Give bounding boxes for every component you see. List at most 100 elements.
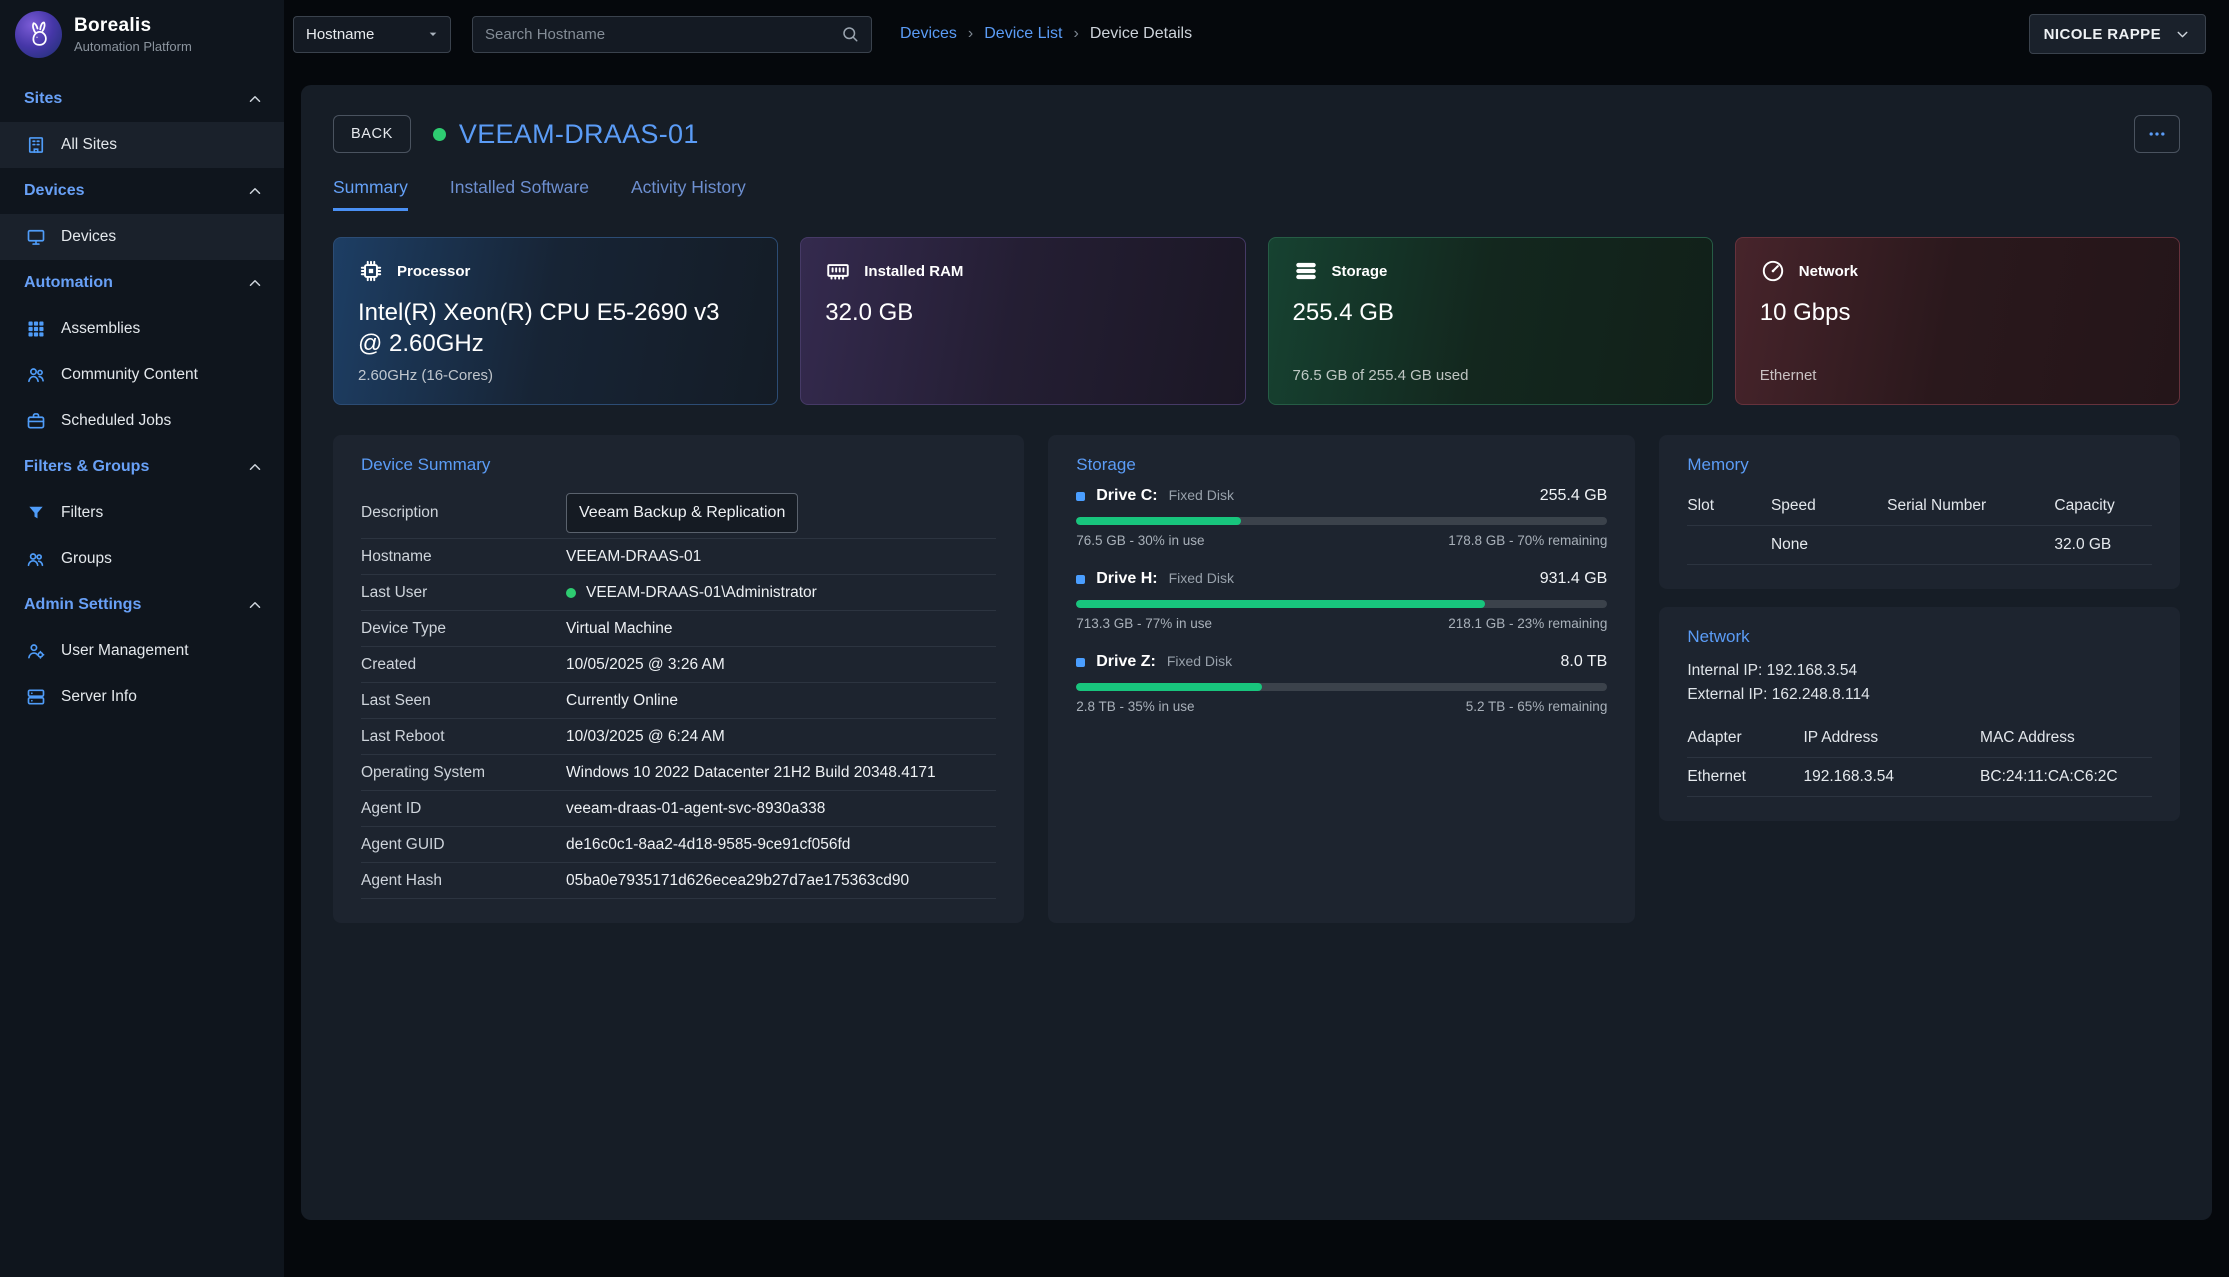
col-mac-address: MAC Address [1980,719,2152,758]
device-header: BACK VEEAM-DRAAS-01 [333,115,2180,153]
drive-usage-bar [1076,517,1607,525]
more-actions-button[interactable] [2134,115,2180,153]
sidebar-item-assemblies[interactable]: Assemblies [0,306,284,352]
monitor-icon [26,227,46,247]
user-menu-label: NICOLE RAPPE [2044,26,2161,43]
brand-subtitle: Automation Platform [74,39,192,54]
search-input[interactable] [485,26,831,43]
breadcrumb-device-list[interactable]: Device List [984,25,1062,43]
row-value: Currently Online [566,692,678,710]
breadcrumb-separator: › [968,25,973,43]
tab-summary[interactable]: Summary [333,177,408,211]
user-gear-icon [26,641,46,661]
stat-card-processor: Processor Intel(R) Xeon(R) CPU E5-2690 v… [333,237,778,405]
drive-bullet-icon [1076,658,1085,667]
tab-bar: Summary Installed Software Activity Hist… [333,177,2180,211]
stat-title: Storage [1332,263,1388,280]
online-status-dot [566,588,576,598]
drive-usage-fill [1076,517,1241,525]
sidebar-item-user-management[interactable]: User Management [0,628,284,674]
col-slot: Slot [1687,487,1771,526]
row-value: 05ba0e7935171d626ecea29b27d7ae175363cd90 [566,872,909,890]
breadcrumb-devices[interactable]: Devices [900,25,957,43]
sidebar-item-label: Devices [61,228,116,246]
summary-row-agent-hash: Agent Hash 05ba0e7935171d626ecea29b27d7a… [361,863,996,899]
row-label: Hostname [361,548,566,566]
stat-subtext: Ethernet [1760,367,2155,384]
chevron-up-icon [246,90,264,108]
sidebar-item-server-info[interactable]: Server Info [0,674,284,720]
right-column: Memory Slot Speed Serial Number Capacity… [1659,435,2180,923]
description-input[interactable] [566,493,798,533]
drive-usage-fill [1076,683,1262,691]
memory-panel: Memory Slot Speed Serial Number Capacity… [1659,435,2180,589]
drive-used-text: 2.8 TB - 35% in use [1076,699,1194,714]
drive-size: 255.4 GB [1540,487,1608,505]
sidebar-section-devices[interactable]: Devices [0,168,284,214]
summary-row-agent-guid: Agent GUID de16c0c1-8aa2-4d18-9585-9ce91… [361,827,996,863]
storage-stack-icon [1293,258,1319,284]
tab-installed-software[interactable]: Installed Software [450,177,589,211]
network-table: Adapter IP Address MAC Address Ethernet … [1687,719,2152,797]
back-button[interactable]: BACK [333,115,411,153]
summary-row-device-type: Device Type Virtual Machine [361,611,996,647]
brand-text: Borealis Automation Platform [74,15,192,54]
memory-slot [1687,526,1771,565]
drive-bullet-icon [1076,575,1085,584]
col-speed: Speed [1771,487,1887,526]
stat-title: Processor [397,263,470,280]
drive-bullet-icon [1076,492,1085,501]
stat-card-storage: Storage 255.4 GB 76.5 GB of 255.4 GB use… [1268,237,1713,405]
tab-activity-history[interactable]: Activity History [631,177,746,211]
search-field-dropdown[interactable]: Hostname [293,16,451,53]
filter-icon [26,503,46,523]
main-area: Hostname Devices › Device List › Device … [284,0,2229,1277]
sidebar-section-automation[interactable]: Automation [0,260,284,306]
adapter-name: Ethernet [1687,758,1803,797]
drive-usage-fill [1076,600,1485,608]
brand-name: Borealis [74,15,192,37]
stat-value: 10 Gbps [1760,297,2155,328]
drive-used-text: 713.3 GB - 77% in use [1076,616,1212,631]
user-menu-button[interactable]: NICOLE RAPPE [2029,14,2206,54]
sidebar-item-scheduled-jobs[interactable]: Scheduled Jobs [0,398,284,444]
memory-speed: None [1771,526,1887,565]
chevron-up-icon [246,274,264,292]
sidebar-item-label: User Management [61,642,189,660]
sidebar-item-label: Server Info [61,688,137,706]
row-label: Agent GUID [361,836,566,854]
col-capacity: Capacity [2054,487,2152,526]
section-label: Sites [24,90,62,108]
brand: Borealis Automation Platform [0,0,284,68]
grid-icon [26,319,46,339]
sidebar-item-devices[interactable]: Devices [0,214,284,260]
row-value: VEEAM-DRAAS-01\Administrator [566,584,817,602]
sidebar-section-sites[interactable]: Sites [0,76,284,122]
row-label: Operating System [361,764,566,782]
summary-row-description: Description [361,487,996,539]
drive-name: Drive H: [1096,570,1157,588]
row-label: Agent ID [361,800,566,818]
sidebar-section-admin-settings[interactable]: Admin Settings [0,582,284,628]
sidebar-item-filters[interactable]: Filters [0,490,284,536]
memory-serial [1887,526,2054,565]
storage-title: Storage [1076,455,1607,475]
row-value: VEEAM-DRAAS-01 [566,548,701,566]
chevron-down-icon [2174,26,2191,43]
sidebar-item-community-content[interactable]: Community Content [0,352,284,398]
adapter-mac: BC:24:11:CA:C6:2C [1980,758,2152,797]
network-panel: Network Internal IP: 192.168.3.54 Extern… [1659,607,2180,821]
stat-subtext: 2.60GHz (16-Cores) [358,367,753,384]
last-user-value: VEEAM-DRAAS-01\Administrator [586,584,817,602]
search-box [472,16,872,53]
drive-type: Fixed Disk [1169,570,1234,586]
sidebar-item-all-sites[interactable]: All Sites [0,122,284,168]
sidebar-item-label: Scheduled Jobs [61,412,171,430]
detail-grid: Device Summary Description Hostname VEEA… [333,435,2180,923]
sidebar-item-label: Groups [61,550,112,568]
app-root: Borealis Automation Platform Sites All S… [0,0,2229,1277]
sidebar-section-filters-groups[interactable]: Filters & Groups [0,444,284,490]
internal-ip: Internal IP: 192.168.3.54 [1687,659,2152,683]
sidebar-item-groups[interactable]: Groups [0,536,284,582]
summary-row-hostname: Hostname VEEAM-DRAAS-01 [361,539,996,575]
